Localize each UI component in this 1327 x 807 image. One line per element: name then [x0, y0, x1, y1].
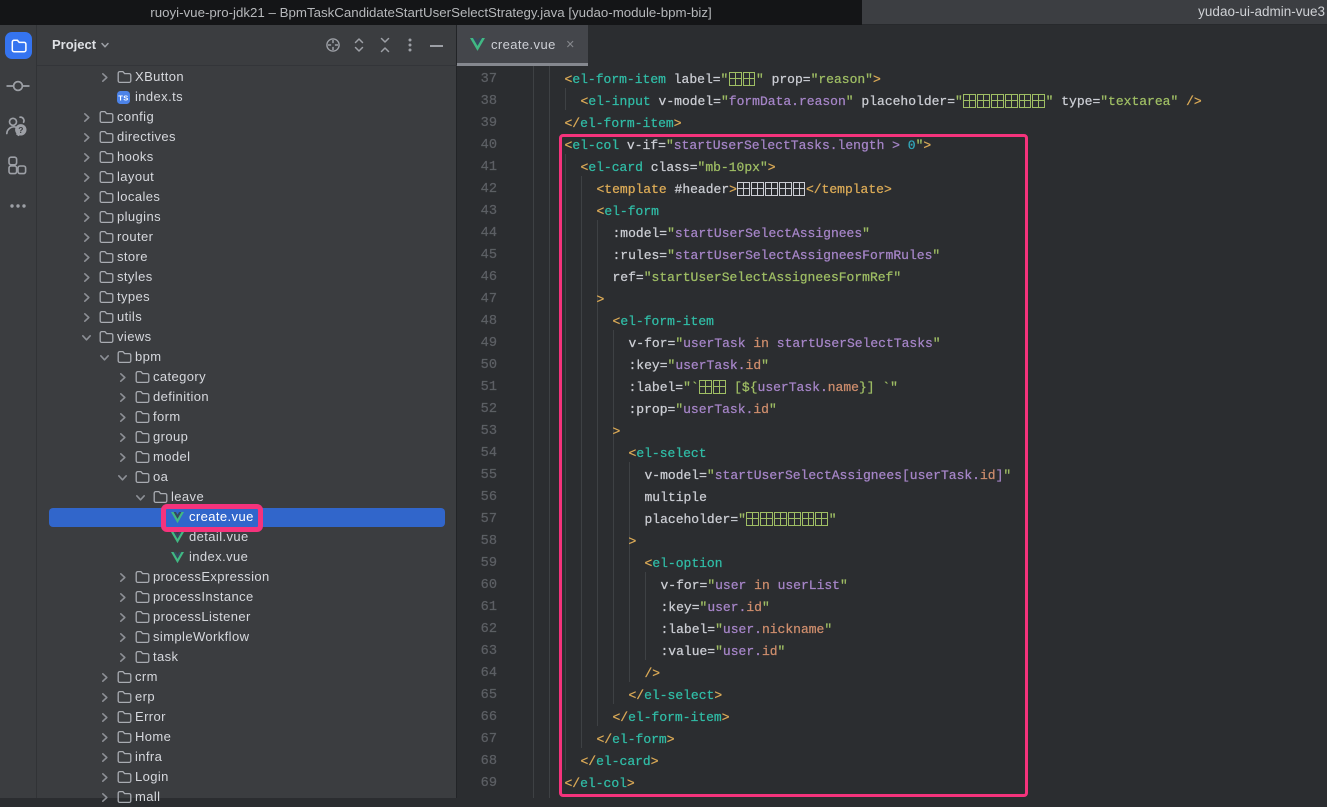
svg-text:?: ? — [18, 125, 23, 135]
svg-text:TS: TS — [118, 93, 128, 102]
